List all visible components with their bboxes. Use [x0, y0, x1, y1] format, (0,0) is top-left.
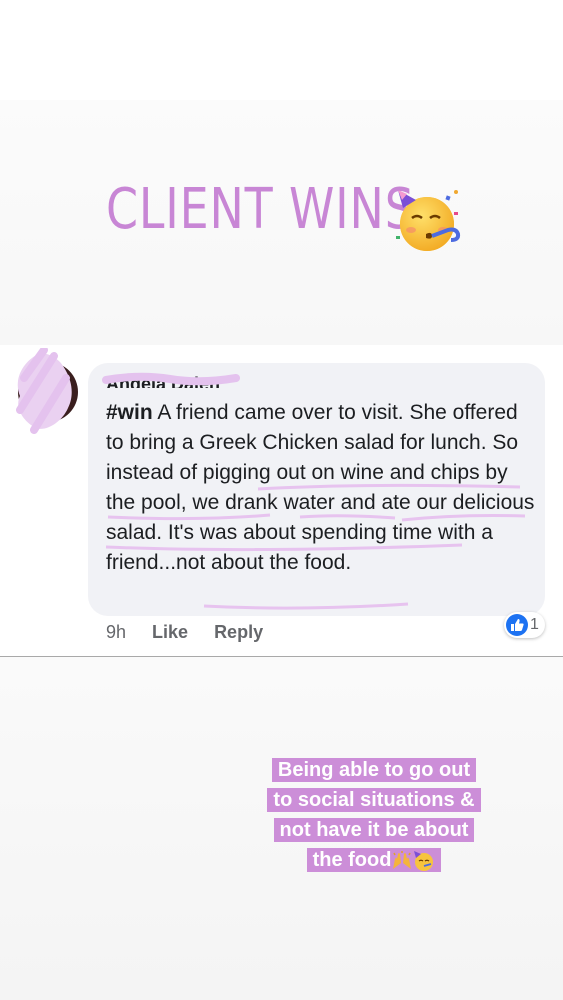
party-face-icon: [414, 850, 434, 871]
comment-body: #win A friend came over to visit. She of…: [106, 398, 536, 578]
reaction-count: 1: [530, 616, 539, 633]
party-face-icon: [396, 190, 461, 251]
caption-line-2: to social situations &: [267, 788, 481, 812]
caption-line-4: the food: [312, 849, 392, 871]
like-button[interactable]: Like: [152, 622, 188, 643]
comment-timestamp: 9h: [106, 622, 127, 642]
raised-hands-icon: [393, 850, 412, 869]
page-title: CLIENT WINS: [106, 177, 415, 242]
story-caption: Being able to go out to social situation…: [240, 755, 508, 875]
top-blank-area: [0, 0, 563, 100]
author-redaction-scribble: [102, 372, 240, 386]
thumbs-up-icon: [506, 614, 528, 636]
comment-hashtag[interactable]: #win: [106, 401, 153, 424]
comment-meta-row: 9h Like Reply: [106, 622, 263, 643]
caption-line-4-wrap: the food: [306, 848, 442, 872]
comment-text: A friend came over to visit. She offered…: [106, 401, 535, 574]
caption-line-1: Being able to go out: [271, 758, 477, 782]
reply-button[interactable]: Reply: [214, 622, 263, 643]
caption-line-3: not have it be about: [273, 818, 475, 842]
reaction-badge[interactable]: 1: [504, 612, 545, 638]
avatar-redaction-scribble: [16, 348, 72, 434]
